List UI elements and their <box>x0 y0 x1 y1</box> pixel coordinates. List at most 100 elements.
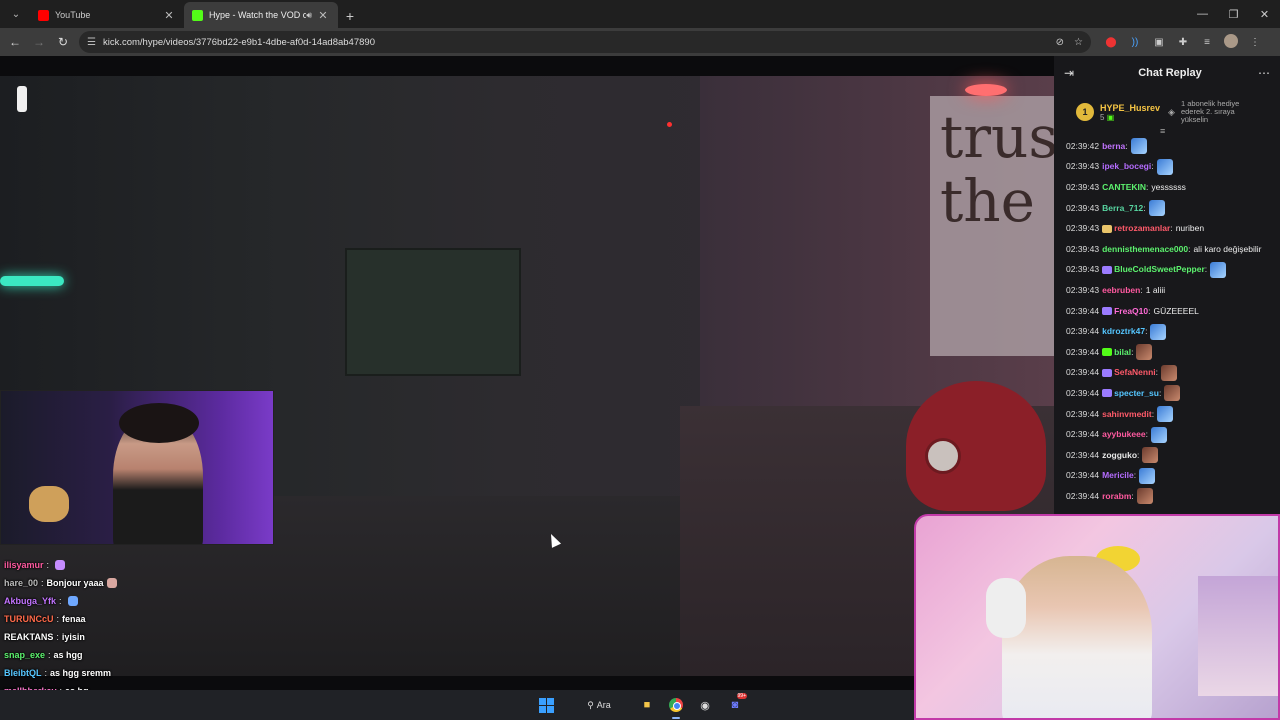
chat-username[interactable]: sahinvmedit <box>1102 409 1152 420</box>
chat-message: 02:39:44 bilal: <box>1066 342 1270 363</box>
emote-icon <box>1150 323 1167 340</box>
emote-icon <box>1161 364 1178 381</box>
chat-username[interactable]: Berra_712 <box>1102 203 1143 214</box>
extensions-puzzle-icon[interactable]: ✚ <box>1171 37 1195 48</box>
windows-start-icon[interactable] <box>537 696 555 714</box>
chat-message: 02:39:43 dennisthemenace000: ali karo deği… <box>1066 239 1270 260</box>
minimize-icon[interactable]: — <box>1187 8 1218 20</box>
browser-menu-icon[interactable]: ⋮ <box>1243 37 1267 48</box>
extension-box-icon[interactable]: ▣ <box>1147 37 1171 48</box>
separator: : <box>1145 429 1148 440</box>
chat-text: GÜZEEEEL <box>1153 305 1199 316</box>
timestamp: 02:39:43 <box>1066 181 1100 192</box>
timestamp: 02:39:44 <box>1066 326 1100 337</box>
separator: : <box>1143 202 1146 213</box>
chat-text: 1 aliii <box>1145 284 1166 295</box>
separator: : <box>44 668 48 678</box>
chat-message: 02:39:43 Berra_712: <box>1066 198 1270 219</box>
restore-icon[interactable]: ❐ <box>1218 8 1249 21</box>
chat-username[interactable]: zogguko <box>1102 450 1137 461</box>
separator: : <box>1151 408 1155 419</box>
reload-icon[interactable]: ↻ <box>51 35 75 49</box>
profile-avatar[interactable] <box>1219 33 1243 51</box>
chat-username[interactable]: SefaNenni <box>1114 367 1156 378</box>
overlay-username: Akbuga_Yfk <box>4 596 57 606</box>
timestamp: 02:39:44 <box>1066 305 1100 316</box>
new-tab-icon[interactable]: + <box>338 8 362 24</box>
chrome-icon[interactable] <box>667 696 685 714</box>
obs-icon[interactable]: ◉ <box>696 696 714 714</box>
close-tab-icon[interactable]: ✕ <box>316 9 330 22</box>
separator: : <box>1140 284 1143 295</box>
timestamp: 02:39:44 <box>1066 449 1100 460</box>
overlay-chat-line: ilisyamur: <box>0 556 320 574</box>
chat-username[interactable]: bilal <box>1114 347 1131 358</box>
chat-username[interactable]: kdroztrk47 <box>1102 326 1145 337</box>
chat-username[interactable]: eebruben <box>1102 285 1140 296</box>
chat-username[interactable]: BlueColdSweetPepper <box>1114 264 1205 275</box>
timestamp: 02:39:43 <box>1066 223 1100 234</box>
address-bar[interactable]: ☰ kick.com/hype/videos/3776bd22-e9b1-4db… <box>79 31 1091 53</box>
separator: : <box>1145 326 1148 337</box>
tab-kick[interactable]: Hype - Watch the VOD on K 🔊︎ ✕ <box>184 2 338 28</box>
extension-audio-icon[interactable]: )) <box>1123 37 1147 48</box>
close-window-icon[interactable]: ✕ <box>1249 8 1280 21</box>
file-explorer-icon[interactable]: ■ <box>638 696 656 714</box>
timestamp: 02:39:44 <box>1066 346 1100 357</box>
overlay-username: snap_exe <box>4 650 46 660</box>
back-icon[interactable]: ← <box>3 35 27 49</box>
chat-message-list[interactable]: 02:39:42 berna:02:39:43 ipek_bocegi:02:39:… <box>1054 134 1280 507</box>
separator: : <box>1146 181 1149 192</box>
chat-username[interactable]: retrozamanlar <box>1114 223 1170 234</box>
chat-username[interactable]: specter_su <box>1114 388 1159 399</box>
chat-username[interactable]: dennisthemenace000 <box>1102 244 1188 255</box>
overlay-text: Bonjour yaaa <box>46 578 104 588</box>
bookmark-star-icon[interactable]: ☆ <box>1074 37 1083 48</box>
expand-handle-icon[interactable]: ≡ <box>1160 126 1165 136</box>
speaker-icon[interactable]: 🔊︎ <box>306 10 312 21</box>
chat-title: Chat Replay <box>1138 67 1202 79</box>
gift-count: 5 <box>1100 112 1105 122</box>
close-tab-icon[interactable]: ✕ <box>162 9 176 22</box>
chat-text: yessssss <box>1151 181 1186 192</box>
emote-icon <box>1136 488 1153 505</box>
emote-icon <box>55 560 66 570</box>
chat-username[interactable]: CANTEKIN <box>1102 182 1146 193</box>
overlay-text: iyisin <box>61 632 85 642</box>
timestamp: 02:39:43 <box>1066 264 1100 275</box>
user-badge-icon <box>1102 224 1113 233</box>
tab-youtube[interactable]: YouTube ✕ <box>30 2 184 28</box>
chat-username[interactable]: Mericile <box>1102 470 1134 481</box>
rank-badge: 1 <box>1076 103 1094 121</box>
chat-username[interactable]: berna <box>1102 141 1125 152</box>
search-icon: ⚲ <box>587 699 594 710</box>
chat-message: 02:39:44 Mericile: <box>1066 466 1270 487</box>
separator: : <box>1148 305 1151 316</box>
notification-count: 99+ <box>736 693 747 699</box>
overlay-chat-line: Akbuga_Yfk: <box>0 592 320 610</box>
site-info-icon[interactable]: ☰ <box>87 37 96 48</box>
tab-search-icon[interactable]: ⌄ <box>4 2 28 26</box>
chat-message: 02:39:44 FreaQ10: GÜZEEEEL <box>1066 301 1270 322</box>
chat-username[interactable]: FreaQ10 <box>1114 306 1148 317</box>
discord-icon[interactable]: ◙ 99+ <box>726 693 747 714</box>
gift-leaderboard[interactable]: 1 HYPE_Husrev 5 ▣ ◈ 1 abonelik hediye ed… <box>1054 90 1280 136</box>
separator: : <box>1155 367 1159 378</box>
forward-icon[interactable]: → <box>27 35 51 49</box>
chat-username[interactable]: rorabm <box>1102 491 1131 502</box>
chat-menu-icon[interactable]: ⋯ <box>1256 66 1270 80</box>
overlay-text: fenaa <box>62 614 86 624</box>
chat-username[interactable]: ayybukeee <box>1102 429 1145 440</box>
extension-red-icon[interactable]: ⬤ <box>1099 37 1123 48</box>
overlay-chat-line: TURUNCcU: fenaa <box>0 610 320 628</box>
kick-icon <box>192 9 203 21</box>
taskbar-search[interactable]: ⚲ Ara <box>579 696 619 714</box>
collapse-chat-icon[interactable]: ⇥ <box>1064 66 1084 80</box>
timestamp: 02:39:44 <box>1066 429 1100 440</box>
media-control-icon[interactable]: ≡ <box>1195 37 1219 48</box>
chat-text: ali karo değişebilir <box>1193 243 1262 254</box>
window-controls: — ❐ ✕ <box>1187 0 1280 28</box>
eye-off-icon[interactable]: ⊘ <box>1056 37 1064 48</box>
chat-username[interactable]: ipek_bocegi <box>1102 161 1151 172</box>
timestamp: 02:39:44 <box>1066 387 1100 398</box>
